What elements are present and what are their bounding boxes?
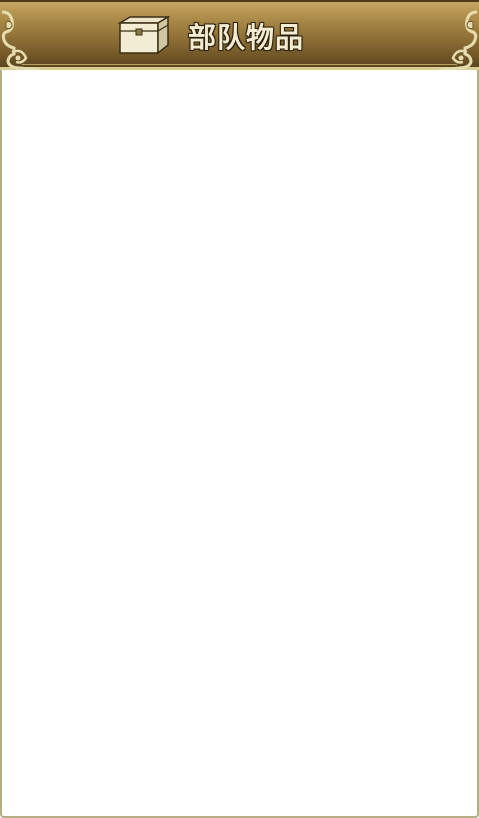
page-title: 部队物品	[188, 21, 305, 54]
troop-items-panel: 部队物品	[0, 0, 479, 818]
header-divider	[22, 64, 457, 65]
treasure-chest-icon	[117, 15, 170, 55]
items-content-area	[0, 70, 479, 818]
header-title-group: 部队物品	[116, 14, 304, 58]
panel-header: 部队物品	[0, 0, 479, 72]
